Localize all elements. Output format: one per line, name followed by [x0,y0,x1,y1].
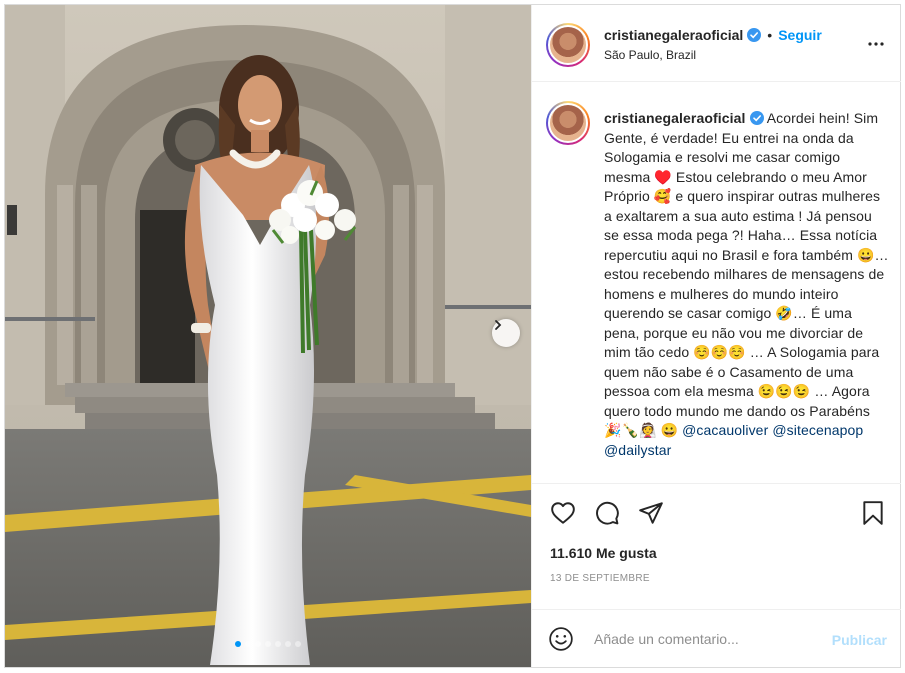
publish-button[interactable]: Publicar [832,632,887,648]
header-user-line: cristianegaleraoficial • Seguir [604,27,822,43]
post-sidebar: cristianegaleraoficial • Seguir São Paulo,… [531,5,901,667]
post-header: cristianegaleraoficial • Seguir São Paulo,… [532,5,901,82]
avatar[interactable] [546,23,590,67]
caption-text: Acordei hein! Sim Gente, é verdade! Eu e… [604,110,893,438]
carousel-dot [255,641,261,647]
follow-button[interactable]: Seguir [778,27,822,43]
mention-link[interactable]: @cacauoliver [682,422,768,438]
chevron-right-icon [495,320,502,330]
carousel-dot [295,641,301,647]
caption-avatar[interactable] [546,101,590,145]
carousel-dot [245,641,251,647]
emoji-icon[interactable] [548,626,574,652]
verified-badge-icon [749,111,764,125]
mention-link[interactable]: @dailystar [604,442,671,458]
more-options-icon[interactable] [867,35,885,53]
post-photo[interactable] [5,5,531,667]
action-bar [532,483,901,541]
carousel-dot [275,641,281,647]
bride-photo-illustration [5,5,531,667]
likes-count[interactable]: 11.610 Me gusta [550,545,657,561]
caption-username[interactable]: cristianegaleraoficial [604,110,746,126]
verified-badge-icon [747,28,762,42]
mention-link[interactable]: @sitecenapop [772,422,863,438]
carousel-next-button[interactable] [492,319,520,347]
comment-bar: Publicar [532,609,901,667]
carousel-indicators [5,641,531,647]
post-caption: cristianegaleraoficial Acordei hein! Sim… [604,109,889,460]
carousel-dot [265,641,271,647]
location-link[interactable]: São Paulo, Brazil [604,48,696,62]
comment-input[interactable] [594,626,814,652]
carousel-dot [235,641,241,647]
heart-icon[interactable] [550,500,576,526]
caption-area: cristianegaleraoficial Acordei hein! Sim… [532,83,901,483]
post-date[interactable]: 13 DE SEPTIEMBRE [550,573,650,584]
carousel-dot [285,641,291,647]
instagram-post: cristianegaleraoficial • Seguir São Paulo,… [4,4,901,668]
bookmark-icon[interactable] [860,500,886,526]
share-icon[interactable] [638,500,664,526]
header-username[interactable]: cristianegaleraoficial [604,27,743,43]
separator-dot: • [767,27,773,43]
comment-icon[interactable] [594,500,620,526]
